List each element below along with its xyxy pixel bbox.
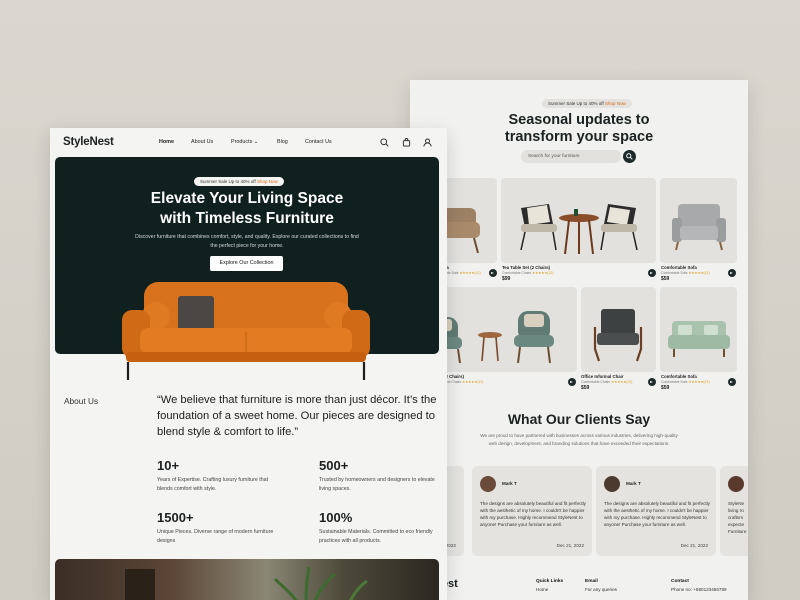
search-icon	[626, 153, 633, 160]
footer-phone: Phone no: +880123456789	[671, 587, 727, 592]
shop-now-link[interactable]: Shop Now	[257, 179, 278, 184]
seasonal-title-line2: transform your space	[504, 129, 654, 145]
gray-armchair-image	[672, 204, 726, 251]
testimonial-author: Mark T	[502, 481, 517, 486]
testimonial-card: Mark T The designs are absolutely beauti…	[472, 466, 592, 556]
testimonial-date: Dec 21, 2022	[556, 543, 584, 548]
stat-years: 10+	[157, 458, 180, 473]
footer-email: Email For any queries	[585, 578, 617, 594]
testimonial-author: Mark T	[626, 481, 641, 486]
about-quote: “We believe that furniture is more than …	[157, 394, 437, 438]
add-to-cart-button[interactable]	[648, 269, 656, 277]
product-price: $59	[661, 385, 670, 391]
add-to-cart-button[interactable]	[568, 378, 576, 386]
add-to-cart-button[interactable]	[489, 269, 497, 277]
promo-banner: Summer Sale Up to 40% off Shop Now	[194, 177, 284, 186]
hero-title: Elevate Your Living Space with Timeless …	[55, 189, 439, 229]
stat-customers-text: Trusted by homeowners and designers to e…	[319, 477, 435, 492]
nav-blog[interactable]: Blog	[277, 139, 288, 145]
stat-pieces: 1500+	[157, 510, 194, 525]
search-button[interactable]	[623, 150, 636, 163]
avatar	[604, 476, 620, 492]
product-rating: Comfortable Chairs ★★★★★(12)	[502, 271, 554, 275]
product-name[interactable]: Comfortable Sofa	[661, 265, 697, 270]
footer-email-text: For any queries	[585, 587, 617, 592]
explore-collection-button[interactable]: Explore Our Collection	[210, 256, 283, 271]
hero-title-line2: with Timeless Furniture	[160, 210, 334, 227]
green-sofa-image	[668, 321, 730, 357]
hero-description: Discover furniture that combines comfort…	[135, 234, 359, 249]
nav-products[interactable]: Products ⌄	[231, 139, 258, 145]
add-to-cart-button[interactable]	[648, 378, 656, 386]
home-page-preview: StyleNest Home About Us Products ⌄ Blog …	[50, 128, 447, 600]
testimonial-text: The designs are absolutely beautiful and…	[480, 501, 586, 527]
add-to-cart-button[interactable]	[728, 269, 736, 277]
promo-text: Summer Sale Up to 40% off	[200, 179, 256, 184]
add-to-cart-button[interactable]	[728, 378, 736, 386]
clients-description: We are proud to have partnered with busi…	[480, 433, 678, 446]
promo-text: Summer Sale Up to 40% off	[548, 101, 604, 106]
testimonial-text: The designs are absolutely beautiful and…	[604, 501, 710, 527]
product-price: $59	[581, 385, 590, 391]
seasonal-title: Seasonal updates to transform your space	[410, 112, 748, 146]
seasonal-title-line1: Seasonal updates to	[508, 112, 650, 128]
user-icon[interactable]	[423, 138, 432, 147]
stat-sustainable-text: Sustainable Materials. Committed to eco …	[319, 529, 433, 544]
search-icon[interactable]	[380, 138, 389, 147]
testimonial-date: Dec 21, 2022	[680, 543, 708, 548]
testimonial-text: StyleNe living ro craftsm expecte Furnit…	[728, 501, 747, 534]
tea-table-set-image	[520, 204, 638, 255]
footer-link-home[interactable]: Home	[536, 587, 548, 592]
site-logo[interactable]: StyleNest	[63, 136, 114, 148]
product-card[interactable]	[660, 178, 737, 263]
product-rating: Comfortable Sofa ★★★★★(12)	[661, 380, 710, 384]
footer-quick-links: Quick Links Home	[536, 578, 563, 594]
testimonial-date: 2022	[445, 543, 456, 548]
chevron-down-icon: ⌄	[253, 139, 259, 145]
product-name[interactable]: Office Informal Chair	[581, 374, 624, 379]
product-price: $99	[502, 276, 511, 282]
stat-sustainable: 100%	[319, 510, 353, 525]
shop-now-link[interactable]: Shop Now	[605, 101, 626, 106]
plant-image	[125, 566, 368, 600]
product-price: $59	[661, 276, 670, 282]
stat-years-text: Years of Expertise. Crafting luxury furn…	[157, 477, 269, 492]
product-card[interactable]	[501, 178, 656, 263]
office-chair-image	[593, 309, 643, 362]
footer-contact: Contact Phone no: +880123456789	[671, 578, 727, 594]
product-rating: Comfortable Sofa ★★★★★(12)	[661, 271, 710, 275]
hero-title-line1: Elevate Your Living Space	[150, 190, 344, 207]
testimonial-card: Mark T The designs are absolutely beauti…	[596, 466, 716, 556]
interior-photo	[55, 559, 439, 600]
testimonial-card: StyleNe living ro craftsm expecte Furnit…	[720, 466, 748, 556]
nav-home[interactable]: Home	[159, 139, 174, 145]
footer-heading: Quick Links	[536, 579, 564, 584]
product-name[interactable]: Tea Table Set (2 Chairs)	[502, 265, 550, 270]
product-card[interactable]	[660, 287, 737, 372]
stat-pieces-text: Unique Pieces. Diverse range of modern f…	[157, 529, 274, 544]
about-us-label: About Us	[64, 396, 99, 406]
footer-heading: Email	[585, 579, 598, 584]
orange-sofa-image	[122, 282, 370, 380]
nav-about-us[interactable]: About Us	[191, 139, 213, 145]
product-rating: Comfortable Chairs ★★★★★(12)	[581, 380, 633, 384]
promo-banner: Summer Sale Up to 40% off Shop Now	[542, 99, 632, 108]
clients-title: What Our Clients Say	[507, 411, 651, 427]
product-name[interactable]: Comfortable Sofa	[661, 374, 697, 379]
avatar	[480, 476, 496, 492]
footer-heading: Contact	[671, 579, 689, 584]
avatar	[728, 476, 744, 492]
shopping-bag-icon[interactable]	[402, 138, 411, 147]
nav-contact-us[interactable]: Contact Us	[305, 139, 332, 145]
product-card[interactable]	[581, 287, 656, 372]
stat-customers: 500+	[319, 458, 349, 473]
products-page-preview: Summer Sale Up to 40% off Shop Now Seaso…	[410, 80, 748, 600]
search-input[interactable]: Search for your furniture	[521, 150, 621, 163]
